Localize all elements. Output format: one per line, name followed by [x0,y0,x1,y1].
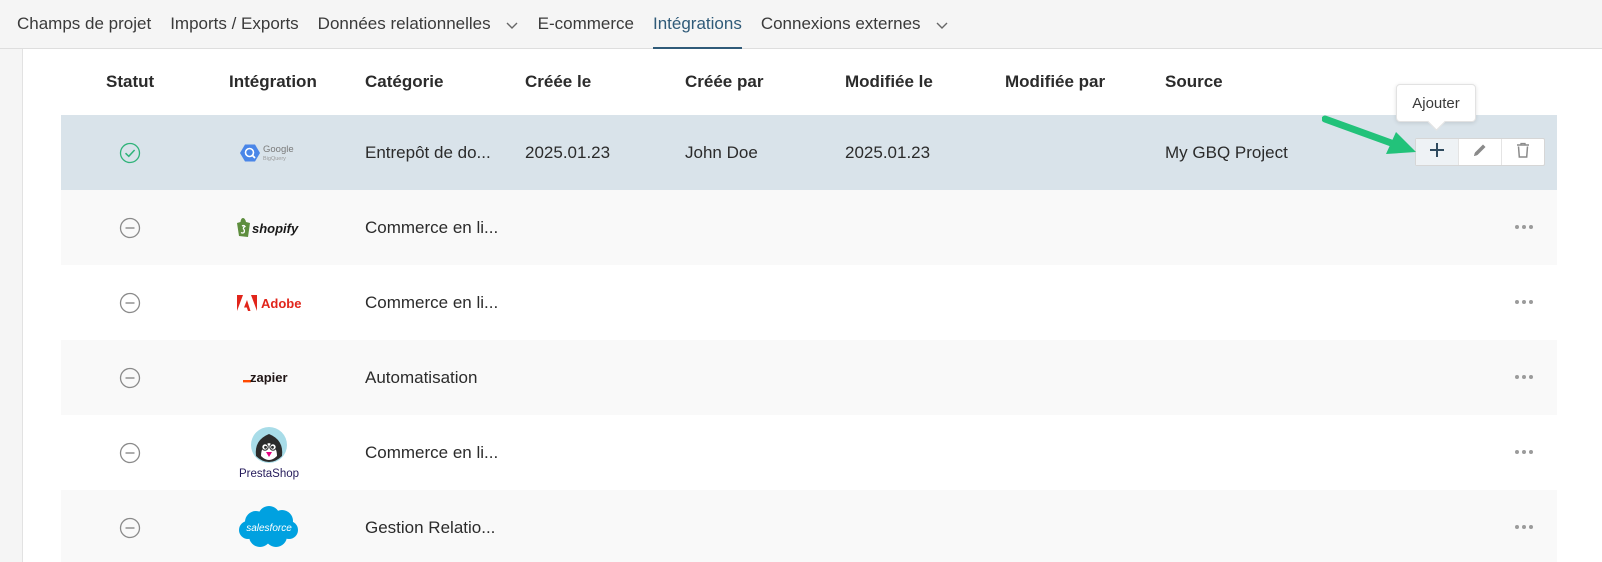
tab-e-commerce[interactable]: E-commerce [538,0,634,48]
more-options-icon[interactable] [1511,517,1537,537]
more-options-icon[interactable] [1511,292,1537,312]
logo-text: Adobe [261,296,301,311]
created-by-cell: John Doe [685,142,758,162]
annotation-arrow-icon [1321,110,1422,165]
pencil-icon [1472,142,1488,163]
tooltip-label: Ajouter [1412,94,1460,112]
header-integration[interactable]: Intégration [229,49,317,115]
table-row[interactable]: salesforce Gestion Relatio... [61,490,1557,562]
header-created-by[interactable]: Créée par [685,49,763,115]
add-button[interactable] [1416,139,1459,165]
status-inactive-icon [117,190,143,265]
category-cell: Automatisation [365,367,478,387]
status-inactive-icon [117,490,143,562]
tab-label: E-commerce [537,14,634,33]
zapier-logo: zapier [221,340,317,415]
category-cell: Gestion Relatio... [365,517,496,537]
tab-label: Champs de projet [17,14,152,33]
tab-connexions-externes[interactable]: Connexions externes [761,0,949,48]
more-options-icon[interactable] [1511,367,1537,387]
prestashop-logo: PrestaShop [221,415,317,490]
status-active-icon [117,115,143,190]
delete-button[interactable] [1502,139,1544,165]
category-cell: Commerce en li... [365,442,499,462]
tab-donnees-relationnelles[interactable]: Données relationnelles [318,0,519,48]
chevron-down-icon [935,17,949,31]
created-on-cell: 2025.01.23 [525,142,611,162]
tab-label: Données relationnelles [317,14,491,33]
category-cell: Commerce en li... [365,292,499,312]
tab-label: Connexions externes [760,14,921,33]
header-category[interactable]: Catégorie [365,49,443,115]
logo-text: PrestaShop [239,468,299,480]
logo-text: salesforce [246,523,292,534]
logo-text: Google [263,144,294,155]
logo-text: zapier [250,370,288,385]
status-inactive-icon [117,265,143,340]
header-created-on[interactable]: Créée le [525,49,591,115]
status-inactive-icon [117,415,143,490]
tab-champs-de-projet[interactable]: Champs de projet [17,0,151,48]
header-modified-on[interactable]: Modifiée le [845,49,933,115]
trash-icon [1516,142,1530,163]
header-modified-by[interactable]: Modifiée par [1005,49,1105,115]
salesforce-logo: salesforce [221,490,317,562]
more-options-icon[interactable] [1511,217,1537,237]
logo-text: shopify [252,221,299,236]
table-row[interactable]: zapier Automatisation [61,340,1557,415]
more-options-icon[interactable] [1511,442,1537,462]
tab-label: Intégrations [652,14,742,33]
modified-on-cell: 2025.01.23 [845,142,931,162]
tab-integrations[interactable]: Intégrations [652,0,742,49]
source-cell: My GBQ Project [1165,142,1288,162]
shopify-logo: shopify [221,190,317,265]
chevron-down-icon [505,17,519,31]
header-source[interactable]: Source [1165,49,1223,115]
header-status[interactable]: Statut [106,49,154,115]
tab-bar: Champs de projet Imports / Exports Donné… [0,0,1602,49]
edit-button[interactable] [1459,139,1502,165]
plus-icon [1428,141,1446,164]
status-inactive-icon [117,340,143,415]
table-row[interactable]: shopify Commerce en li... [61,190,1557,265]
table-row[interactable]: PrestaShop Commerce en li... [61,415,1557,490]
table-header: Statut Intégration Catégorie Créée le Cr… [61,49,1557,115]
category-cell: Commerce en li... [365,217,499,237]
tab-label: Imports / Exports [170,14,299,33]
adobe-logo: Adobe [221,265,317,340]
category-cell: Entrepôt de do... [365,142,491,162]
table-row[interactable]: Adobe Commerce en li... [61,265,1557,340]
google-bigquery-logo: Google BigQuery [221,115,317,190]
tab-imports-exports[interactable]: Imports / Exports [170,0,298,48]
logo-subtext: BigQuery [263,156,286,162]
row-actions [1415,138,1545,166]
